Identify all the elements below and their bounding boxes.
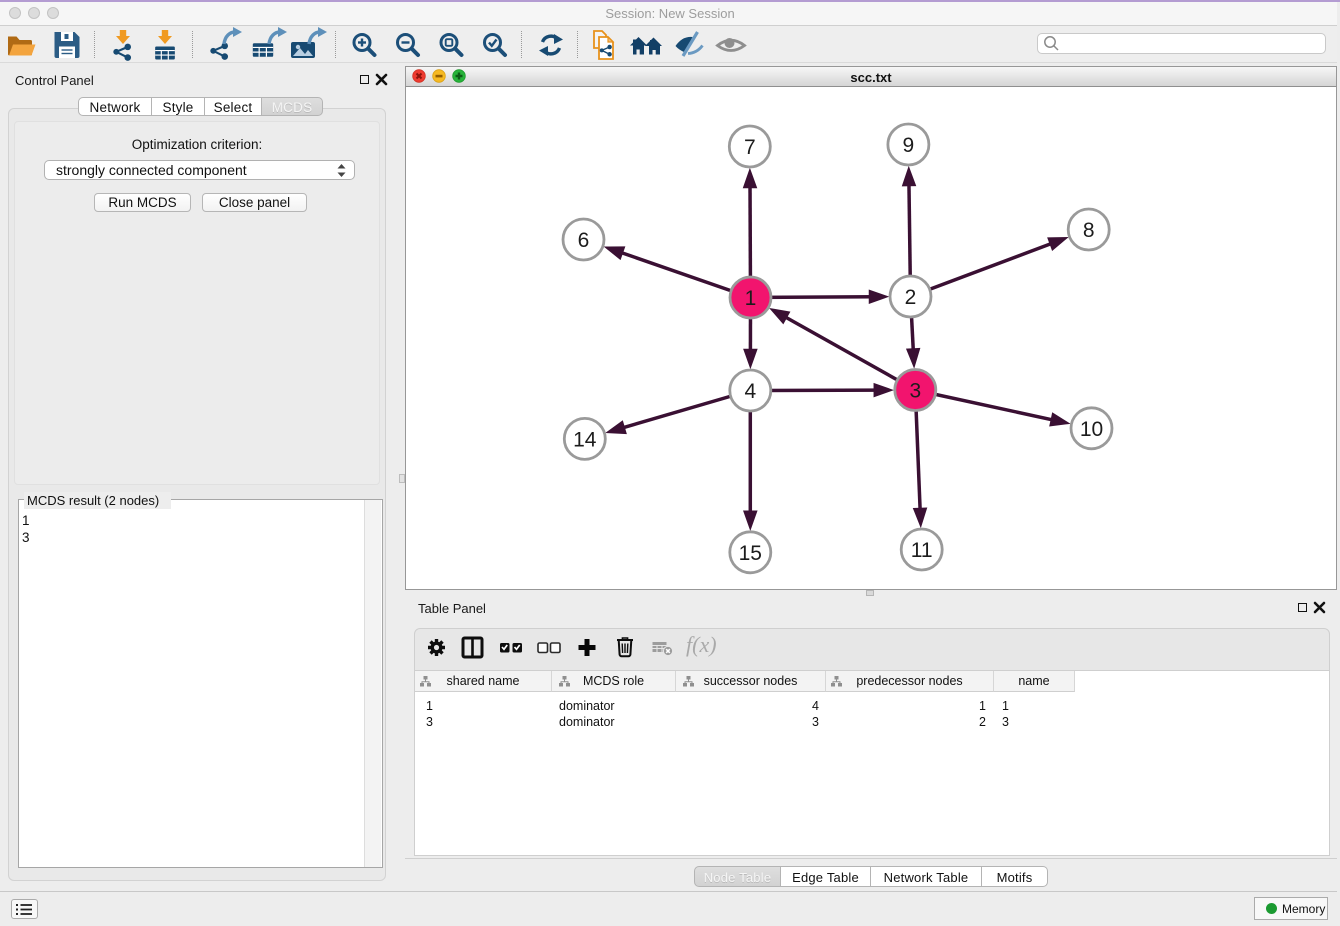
svg-text:10: 10 — [1080, 418, 1103, 441]
svg-text:9: 9 — [903, 134, 915, 157]
svg-text:3: 3 — [909, 380, 921, 403]
svg-text:15: 15 — [739, 542, 762, 565]
svg-text:2: 2 — [905, 286, 917, 309]
svg-text:1: 1 — [745, 287, 757, 310]
svg-text:11: 11 — [911, 539, 933, 562]
svg-text:4: 4 — [744, 380, 756, 403]
svg-text:14: 14 — [573, 428, 597, 451]
svg-text:7: 7 — [744, 136, 756, 159]
svg-text:8: 8 — [1083, 219, 1095, 242]
svg-text:6: 6 — [578, 229, 590, 252]
